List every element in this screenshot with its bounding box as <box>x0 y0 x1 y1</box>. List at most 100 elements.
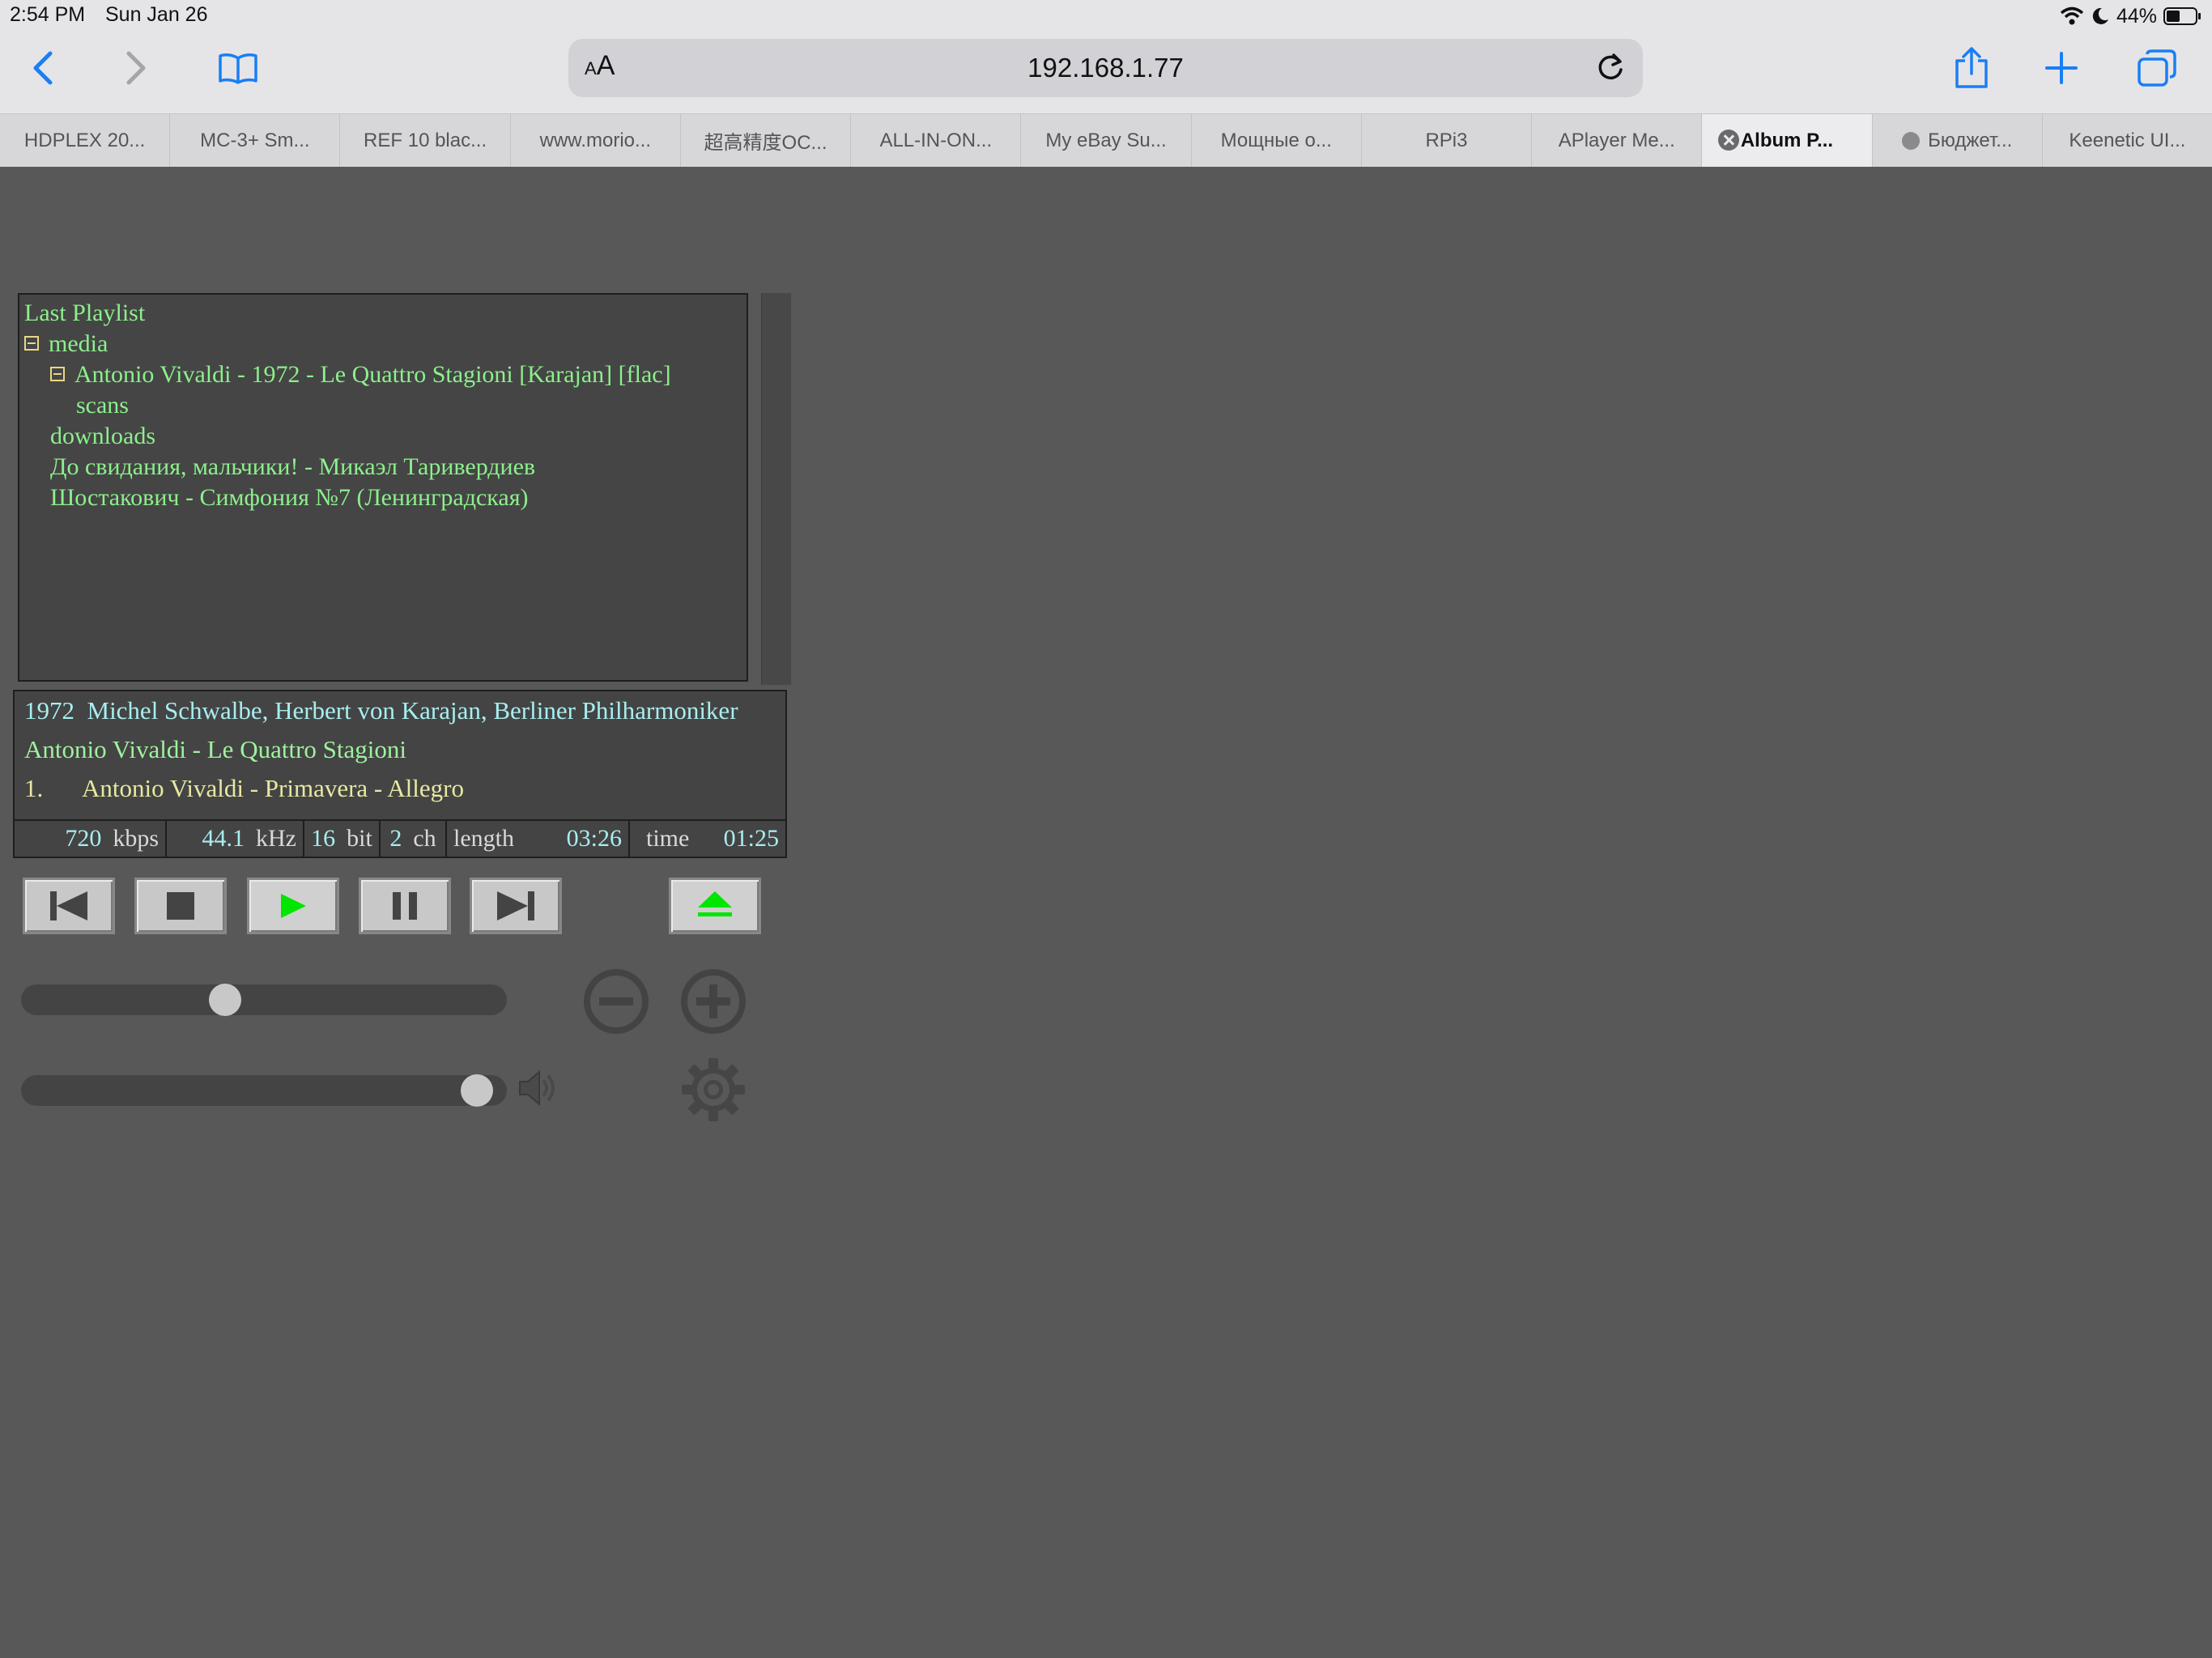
previous-track-button[interactable] <box>23 878 115 934</box>
volume-slider[interactable] <box>21 1074 507 1107</box>
playlist-title[interactable]: Last Playlist <box>24 298 742 329</box>
tab[interactable]: Мощные о... <box>1192 114 1362 167</box>
tab[interactable]: REF 10 blac... <box>340 114 511 167</box>
book-icon <box>219 53 257 84</box>
wifi-icon <box>2060 6 2084 25</box>
close-tab-icon[interactable] <box>1718 130 1740 151</box>
tab-label: Album P... <box>1740 129 1834 151</box>
collapse-icon[interactable] <box>50 367 65 382</box>
tab[interactable]: RPi3 <box>1362 114 1533 167</box>
tab[interactable]: MC-3+ Sm... <box>170 114 341 167</box>
length-value: 03:26 <box>566 825 622 852</box>
seek-slider-knob[interactable] <box>209 984 242 1016</box>
minus-circle-icon[interactable] <box>583 968 649 1035</box>
pause-button[interactable] <box>359 878 451 934</box>
tab[interactable]: My eBay Su... <box>1021 114 1192 167</box>
time-cell: time 01:25 <box>630 821 785 857</box>
tree-item-label: Antonio Vivaldi - 1972 - Le Quattro Stag… <box>74 361 671 388</box>
album-artists: Michel Schwalbe, Herbert von Karajan, Be… <box>87 696 738 725</box>
tab-label: www.morio... <box>539 129 651 151</box>
gear-icon[interactable] <box>680 1056 747 1123</box>
tree-item-shostakovich[interactable]: Шостакович - Симфония №7 (Ленинградская) <box>24 483 742 513</box>
moon-icon <box>2092 7 2108 24</box>
new-tab-button[interactable] <box>2035 42 2087 94</box>
play-button[interactable] <box>247 878 339 934</box>
album-title: Antonio Vivaldi - Le Quattro Stagioni <box>24 735 406 763</box>
seek-slider[interactable] <box>21 984 507 1016</box>
pause-icon <box>393 892 417 920</box>
tab-label: ALL-IN-ON... <box>879 129 993 151</box>
tab[interactable]: www.morio... <box>511 114 681 167</box>
album-year: 1972 <box>24 696 74 725</box>
tab[interactable]: ALL-IN-ON... <box>851 114 1022 167</box>
bitrate-unit: kbps <box>113 825 159 852</box>
tabs-overview-button[interactable] <box>2131 42 2183 94</box>
tree-folder-media[interactable]: media <box>24 329 742 359</box>
audio-stats-row: 720 kbps 44.1 kHz 16 bit 2 ch length 03:… <box>15 819 785 857</box>
stop-button[interactable] <box>134 878 227 934</box>
tab-label: Keenetic UI... <box>2069 129 2186 151</box>
tree-item-downloads[interactable]: downloads <box>24 421 742 452</box>
time-value: 01:25 <box>723 825 779 852</box>
reload-icon[interactable] <box>1593 50 1628 86</box>
channels-value: 2 <box>389 825 402 852</box>
share-icon <box>1955 47 1988 88</box>
favicon-icon <box>1902 131 1921 150</box>
tab-label: Бюджет... <box>1928 129 2013 151</box>
volume-slider-knob[interactable] <box>461 1074 494 1107</box>
next-track-button[interactable] <box>470 878 562 934</box>
tab-active[interactable]: Album P... <box>1702 114 1873 167</box>
tab[interactable]: HDPLEX 20... <box>0 114 171 167</box>
length-cell: length 03:26 <box>447 821 630 857</box>
status-indicators: 44% <box>2060 3 2202 29</box>
skip-back-icon <box>50 891 87 920</box>
tree-item-scans[interactable]: scans <box>24 390 742 421</box>
skip-forward-icon <box>497 891 534 920</box>
battery-percent: 44% <box>2116 4 2157 28</box>
track-info-panel: 1972 Michel Schwalbe, Herbert von Karaja… <box>13 690 787 858</box>
tab-label: Мощные о... <box>1220 129 1332 151</box>
track-number: 1. <box>24 774 44 802</box>
battery-icon <box>2163 7 2201 25</box>
share-button[interactable] <box>1946 42 1997 94</box>
eject-button[interactable] <box>669 878 761 934</box>
tree-item-label: media <box>49 330 108 357</box>
tab-label: REF 10 blac... <box>364 129 487 151</box>
samplerate-value: 44.1 <box>202 825 245 852</box>
bitdepth-unit: bit <box>347 825 372 852</box>
samplerate-cell: 44.1 kHz <box>167 821 304 857</box>
playlist-scrollbar[interactable] <box>761 293 791 685</box>
status-date: Sun Jan 26 <box>105 3 208 26</box>
tab-strip: HDPLEX 20... MC-3+ Sm... REF 10 blac... … <box>0 113 2212 167</box>
length-label: length <box>453 825 514 852</box>
play-icon <box>281 894 306 918</box>
tab-label: HDPLEX 20... <box>23 129 146 151</box>
tab[interactable]: APlayer Me... <box>1532 114 1703 167</box>
bitdepth-cell: 16 bit <box>304 821 381 857</box>
tree-folder-album[interactable]: Antonio Vivaldi - 1972 - Le Quattro Stag… <box>24 359 742 390</box>
plus-icon <box>2045 52 2078 84</box>
bitrate-cell: 720 kbps <box>15 821 167 857</box>
track-title: Antonio Vivaldi - Primavera - Allegro <box>82 774 464 802</box>
tab[interactable]: Бюджет... <box>1873 114 2043 167</box>
collapse-icon[interactable] <box>24 336 39 351</box>
time-label: time <box>646 825 690 852</box>
address-bar[interactable]: AA 192.168.1.77 <box>568 39 1643 97</box>
speaker-icon[interactable] <box>517 1067 562 1109</box>
playlist-panel: Last Playlist media Antonio Vivaldi - 19… <box>18 293 748 682</box>
bookmarks-button[interactable] <box>212 42 264 94</box>
bitdepth-value: 16 <box>311 825 336 852</box>
chevron-left-icon <box>33 51 53 85</box>
tab[interactable]: 超高精度OC... <box>681 114 852 167</box>
url-text[interactable]: 192.168.1.77 <box>568 53 1643 83</box>
tab[interactable]: Keenetic UI... <box>2043 114 2212 167</box>
eject-icon <box>698 891 732 916</box>
plus-circle-icon[interactable] <box>680 968 747 1035</box>
stop-icon <box>167 892 194 920</box>
forward-button[interactable] <box>109 42 161 94</box>
channels-unit: ch <box>413 825 436 852</box>
chevron-right-icon <box>126 51 146 85</box>
back-button[interactable] <box>18 42 70 94</box>
channels-cell: 2 ch <box>381 821 447 857</box>
tree-item-tariverdiev[interactable]: До свидания, мальчики! - Микаэл Тариверд… <box>24 452 742 483</box>
